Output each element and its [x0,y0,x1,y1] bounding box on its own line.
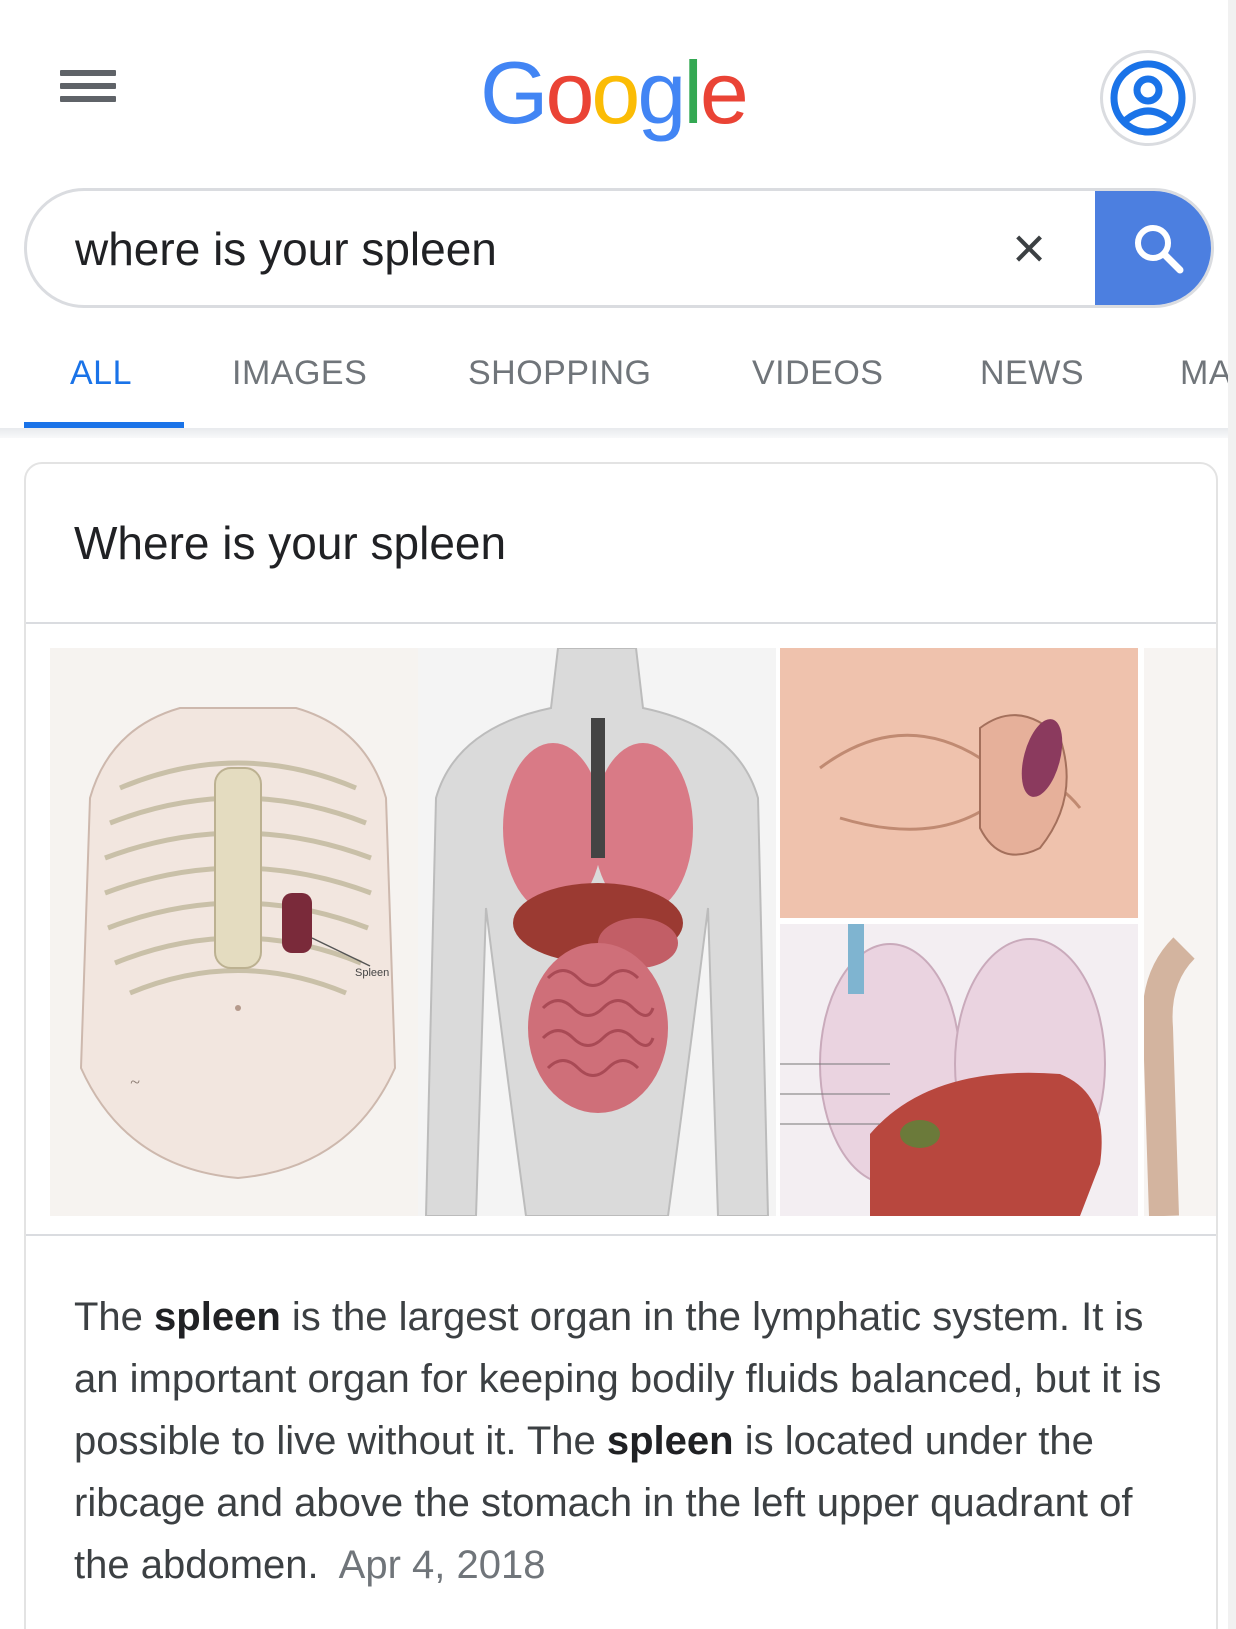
page-edge [1228,0,1236,1629]
featured-snippet-card: Where is your spleen Spleen ~ The spleen… [24,462,1218,1629]
tab-news[interactable]: NEWS [980,354,1084,393]
tab-videos[interactable]: VIDEOS [752,354,883,393]
image-torso-organs[interactable] [418,648,776,1216]
image-lungs-liver[interactable] [780,924,1138,1216]
tab-shopping[interactable]: SHOPPING [468,354,651,393]
divider [26,1234,1216,1236]
card-title[interactable]: Where is your spleen [74,516,506,570]
tab-maps[interactable]: MA [1180,354,1232,393]
search-input[interactable]: where is your spleen [75,221,497,277]
divider [26,622,1216,624]
snippet-text: The spleen is the largest organ in the l… [74,1295,1162,1587]
hamburger-menu-icon[interactable] [60,70,116,110]
search-bar: where is your spleen × [24,188,1214,308]
image-partial[interactable] [1144,648,1216,1216]
tab-images[interactable]: IMAGES [232,354,367,393]
clear-search-icon[interactable]: × [997,217,1061,281]
svg-text:~: ~ [130,1072,140,1092]
tabs-divider [0,428,1236,438]
search-tabs: ALL IMAGES SHOPPING VIDEOS NEWS MA [0,330,1236,430]
snippet-date: Apr 4, 2018 [338,1543,546,1587]
search-button[interactable] [1095,191,1211,305]
google-logo[interactable]: Google [480,38,749,148]
search-icon [1134,225,1183,274]
account-circle-icon[interactable] [1100,50,1196,146]
tab-all[interactable]: ALL [70,354,132,393]
image-ribcage[interactable]: Spleen ~ [50,648,426,1216]
image-label-spleen: Spleen [355,967,389,979]
image-abdomen-spleen[interactable] [780,648,1138,918]
top-bar: Google [0,0,1236,180]
